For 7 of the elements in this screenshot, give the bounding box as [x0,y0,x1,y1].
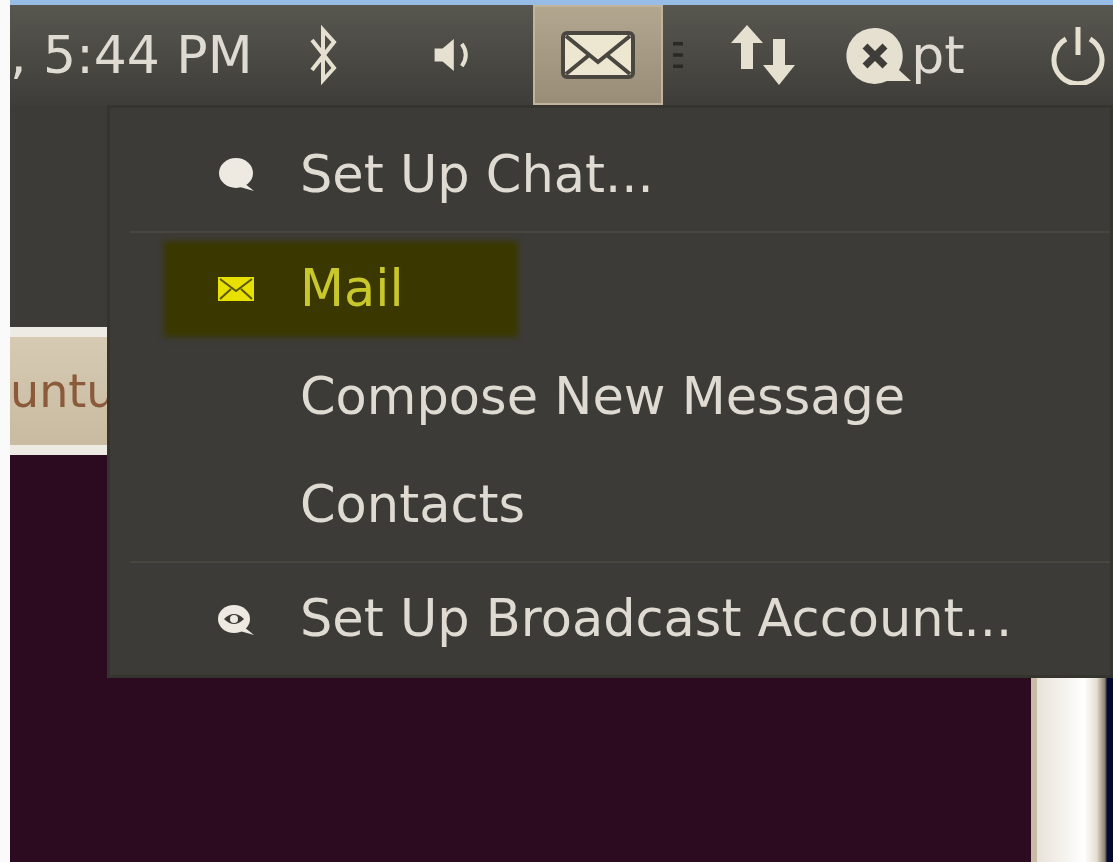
keyboard-layout-indicator[interactable]: pt [913,5,963,105]
menu-item[interactable]: Set Up Broadcast Account... [168,575,1113,663]
menu-item[interactable]: Mail [168,245,514,333]
menu-item[interactable]: Set Up Chat... [168,131,764,219]
menu-item[interactable]: Compose New Message [168,353,1016,441]
clock-text[interactable]: , 5:44 PM [10,16,253,94]
menu-item[interactable]: Contacts [168,461,635,549]
